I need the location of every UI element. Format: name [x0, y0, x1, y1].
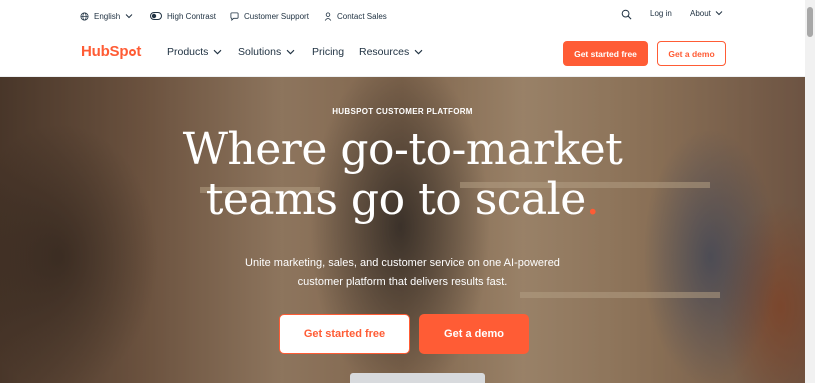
- support-chat-icon: [230, 11, 239, 21]
- hero-eyebrow: HUBSPOT CUSTOMER PLATFORM: [332, 107, 473, 116]
- search-icon[interactable]: [621, 9, 632, 20]
- nav-item-label: Solutions: [238, 46, 282, 58]
- page-scrollbar[interactable]: [805, 0, 815, 383]
- high-contrast-toggle[interactable]: High Contrast: [150, 10, 216, 22]
- nav-item-label: Pricing: [312, 46, 345, 58]
- get-a-demo-button[interactable]: Get a demo: [657, 41, 726, 66]
- contact-sales-label: Contact Sales: [337, 11, 387, 21]
- nav-item-resources[interactable]: Resources: [359, 46, 423, 58]
- hero-subtext-line-1: Unite marketing, sales, and customer ser…: [245, 257, 560, 269]
- chevron-down-icon: [286, 46, 295, 58]
- nav-item-products[interactable]: Products: [167, 46, 222, 58]
- chevron-down-icon: [414, 46, 423, 58]
- chevron-down-icon: [125, 13, 133, 19]
- chevron-down-icon: [213, 46, 222, 58]
- customer-support-link[interactable]: Customer Support: [230, 10, 309, 22]
- logo-text-part-1: HubSp: [81, 43, 129, 60]
- hero-get-a-demo-button[interactable]: Get a demo: [419, 314, 529, 354]
- hero-headline: Where go-to-market teams go to scale.: [0, 125, 805, 225]
- nav-item-label: Resources: [359, 46, 410, 58]
- globe-icon: [80, 11, 89, 21]
- utility-bar: English High Contrast Customer Support C…: [0, 0, 805, 31]
- hero-headline-line-2: teams go to scale: [205, 174, 587, 225]
- hero-subtext-line-2: customer platform that delivers results …: [297, 276, 508, 288]
- contrast-toggle-icon: [150, 12, 162, 20]
- hubspot-logo[interactable]: HubSp t: [81, 43, 141, 60]
- main-navigation: HubSp t Products Solutions Pricing Resou…: [0, 31, 805, 77]
- about-menu[interactable]: About: [690, 9, 723, 18]
- logo-text-part-2: t: [136, 43, 142, 60]
- about-label: About: [690, 9, 711, 18]
- hero-headline-line-1: Where go-to-market: [182, 124, 623, 175]
- logo-sprocket-icon: [129, 49, 137, 56]
- scrollbar-thumb[interactable]: [807, 7, 813, 37]
- nav-item-label: Products: [167, 46, 209, 58]
- contact-sales-link[interactable]: Contact Sales: [324, 10, 387, 22]
- nav-item-pricing[interactable]: Pricing: [312, 46, 344, 58]
- hero-media-preview: [350, 373, 485, 383]
- high-contrast-label: High Contrast: [167, 11, 216, 21]
- nav-item-solutions[interactable]: Solutions: [238, 46, 295, 58]
- customer-support-label: Customer Support: [244, 11, 309, 21]
- hero-subtext: Unite marketing, sales, and customer ser…: [0, 254, 805, 292]
- chevron-down-icon: [715, 9, 723, 18]
- language-label: English: [94, 11, 121, 21]
- login-link[interactable]: Log in: [650, 9, 672, 18]
- hero-get-started-free-button[interactable]: Get started free: [279, 314, 410, 354]
- get-started-free-button[interactable]: Get started free: [563, 41, 648, 66]
- contact-person-icon: [324, 11, 332, 21]
- language-selector[interactable]: English: [80, 10, 133, 22]
- hero-section: HUBSPOT CUSTOMER PLATFORM Where go-to-ma…: [0, 77, 805, 383]
- hero-headline-period: .: [585, 174, 600, 225]
